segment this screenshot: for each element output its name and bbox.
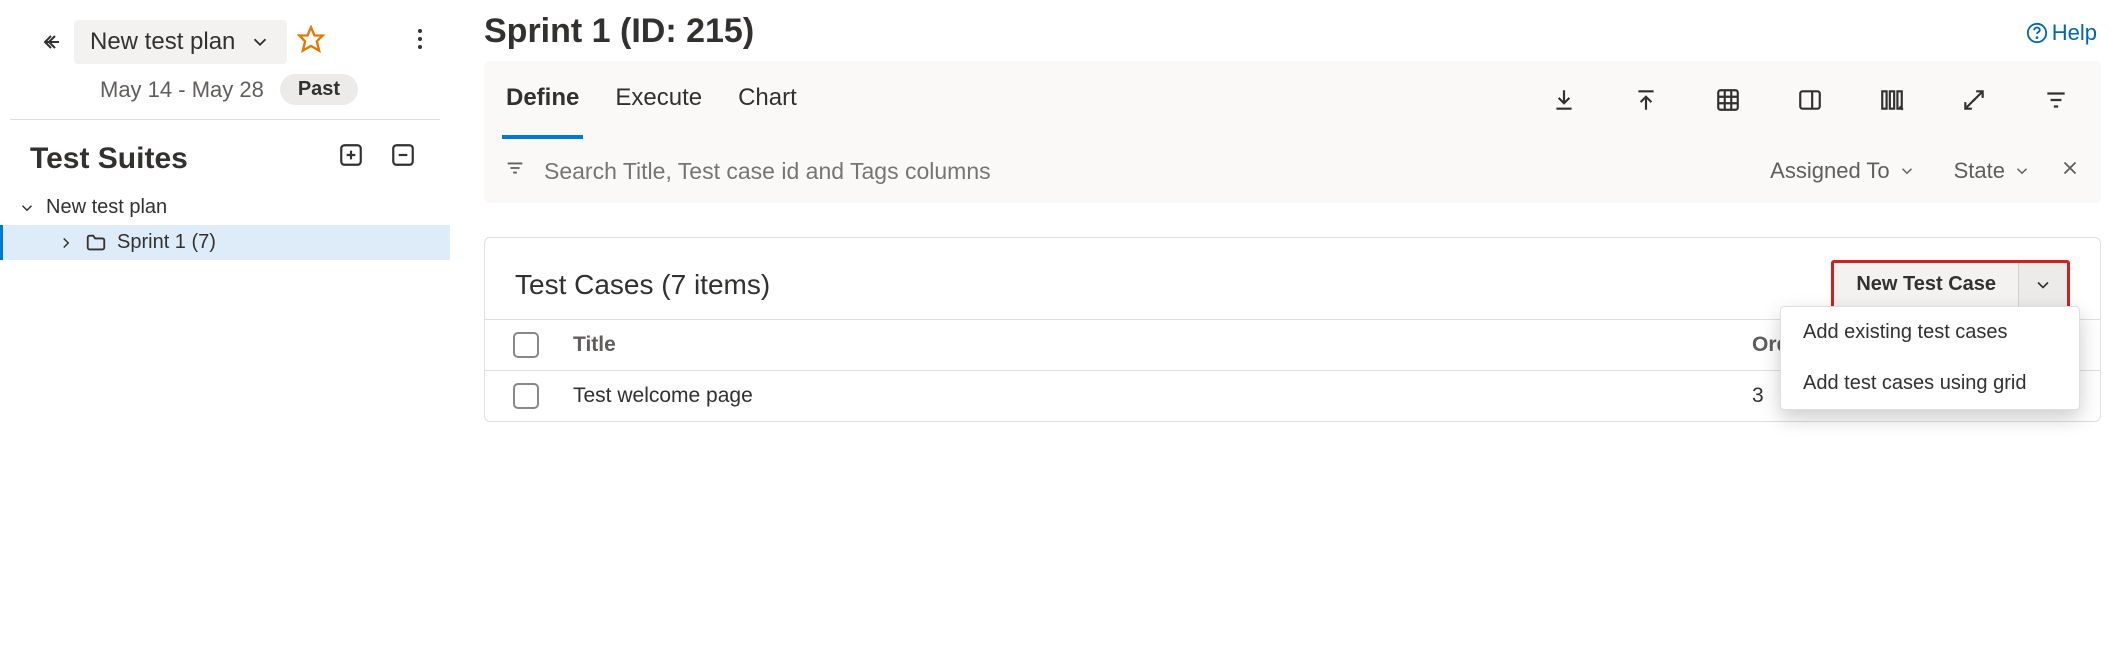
new-test-case-menu: Add existing test cases Add test cases u…	[1780, 306, 2080, 410]
tabs-bar: Define Execute Chart	[484, 61, 2101, 139]
help-link[interactable]: Help	[2026, 20, 2097, 46]
sidebar: New test plan May 14 - May 28 Past Test …	[0, 0, 450, 659]
tab-execute[interactable]: Execute	[611, 61, 706, 139]
search-bar: Assigned To State	[484, 139, 2101, 203]
test-cases-panel: Test Cases (7 items) New Test Case Add e…	[484, 237, 2101, 422]
new-test-case-split-button: New Test Case	[1831, 260, 2070, 309]
clear-filters-icon[interactable]	[2059, 157, 2081, 185]
tree-root-label: New test plan	[46, 196, 167, 219]
add-suite-icon[interactable]	[334, 138, 368, 180]
iteration-date-range: May 14 - May 28	[100, 77, 264, 103]
fullscreen-icon[interactable]	[1947, 61, 2001, 139]
test-cases-title: Test Cases (7 items)	[515, 269, 770, 301]
back-icon[interactable]	[40, 30, 64, 54]
iteration-state-chip: Past	[280, 74, 358, 105]
test-suites-heading: Test Suites	[30, 142, 188, 176]
chevron-down-icon	[1898, 162, 1916, 180]
tree-child-item[interactable]: Sprint 1 (7)	[0, 225, 450, 260]
chevron-down-icon	[18, 199, 36, 217]
menu-add-existing[interactable]: Add existing test cases	[1781, 307, 2079, 358]
tab-define[interactable]: Define	[502, 61, 583, 139]
new-test-case-button[interactable]: New Test Case	[1834, 263, 2019, 306]
more-options-icon[interactable]	[410, 21, 430, 63]
column-options-icon[interactable]	[1865, 61, 1919, 139]
test-plan-selector[interactable]: New test plan	[74, 20, 287, 64]
test-plan-label: New test plan	[90, 28, 235, 56]
export-icon[interactable]	[1537, 61, 1591, 139]
side-panel-icon[interactable]	[1783, 61, 1837, 139]
filter-assigned-to[interactable]: Assigned To	[1760, 158, 1925, 184]
chevron-down-icon	[249, 31, 271, 53]
filter-icon[interactable]	[2029, 61, 2083, 139]
col-title[interactable]: Title	[573, 333, 1752, 357]
tab-chart[interactable]: Chart	[734, 61, 801, 139]
chevron-down-icon	[2033, 275, 2053, 295]
collapse-suite-icon[interactable]	[386, 138, 420, 180]
tree-child-label: Sprint 1 (7)	[117, 231, 216, 254]
grid-view-icon[interactable]	[1701, 61, 1755, 139]
tree-root-item[interactable]: New test plan	[0, 190, 450, 225]
chevron-right-icon	[57, 234, 75, 252]
filter-lines-icon	[504, 157, 526, 185]
search-input[interactable]	[544, 158, 1742, 185]
chevron-down-icon	[2013, 162, 2031, 180]
main-area: Help Sprint 1 (ID: 215) Define Execute C…	[450, 0, 2121, 659]
help-icon	[2026, 22, 2048, 44]
new-test-case-dropdown[interactable]	[2019, 263, 2067, 306]
folder-icon	[85, 232, 107, 254]
import-icon[interactable]	[1619, 61, 1673, 139]
favorite-star-icon[interactable]	[297, 25, 325, 59]
select-all-checkbox[interactable]	[513, 332, 539, 358]
page-title: Sprint 1 (ID: 215)	[484, 6, 2101, 61]
row-checkbox[interactable]	[513, 383, 539, 409]
filter-state[interactable]: State	[1944, 158, 2041, 184]
menu-add-using-grid[interactable]: Add test cases using grid	[1781, 358, 2079, 409]
row-title: Test welcome page	[573, 384, 1752, 408]
